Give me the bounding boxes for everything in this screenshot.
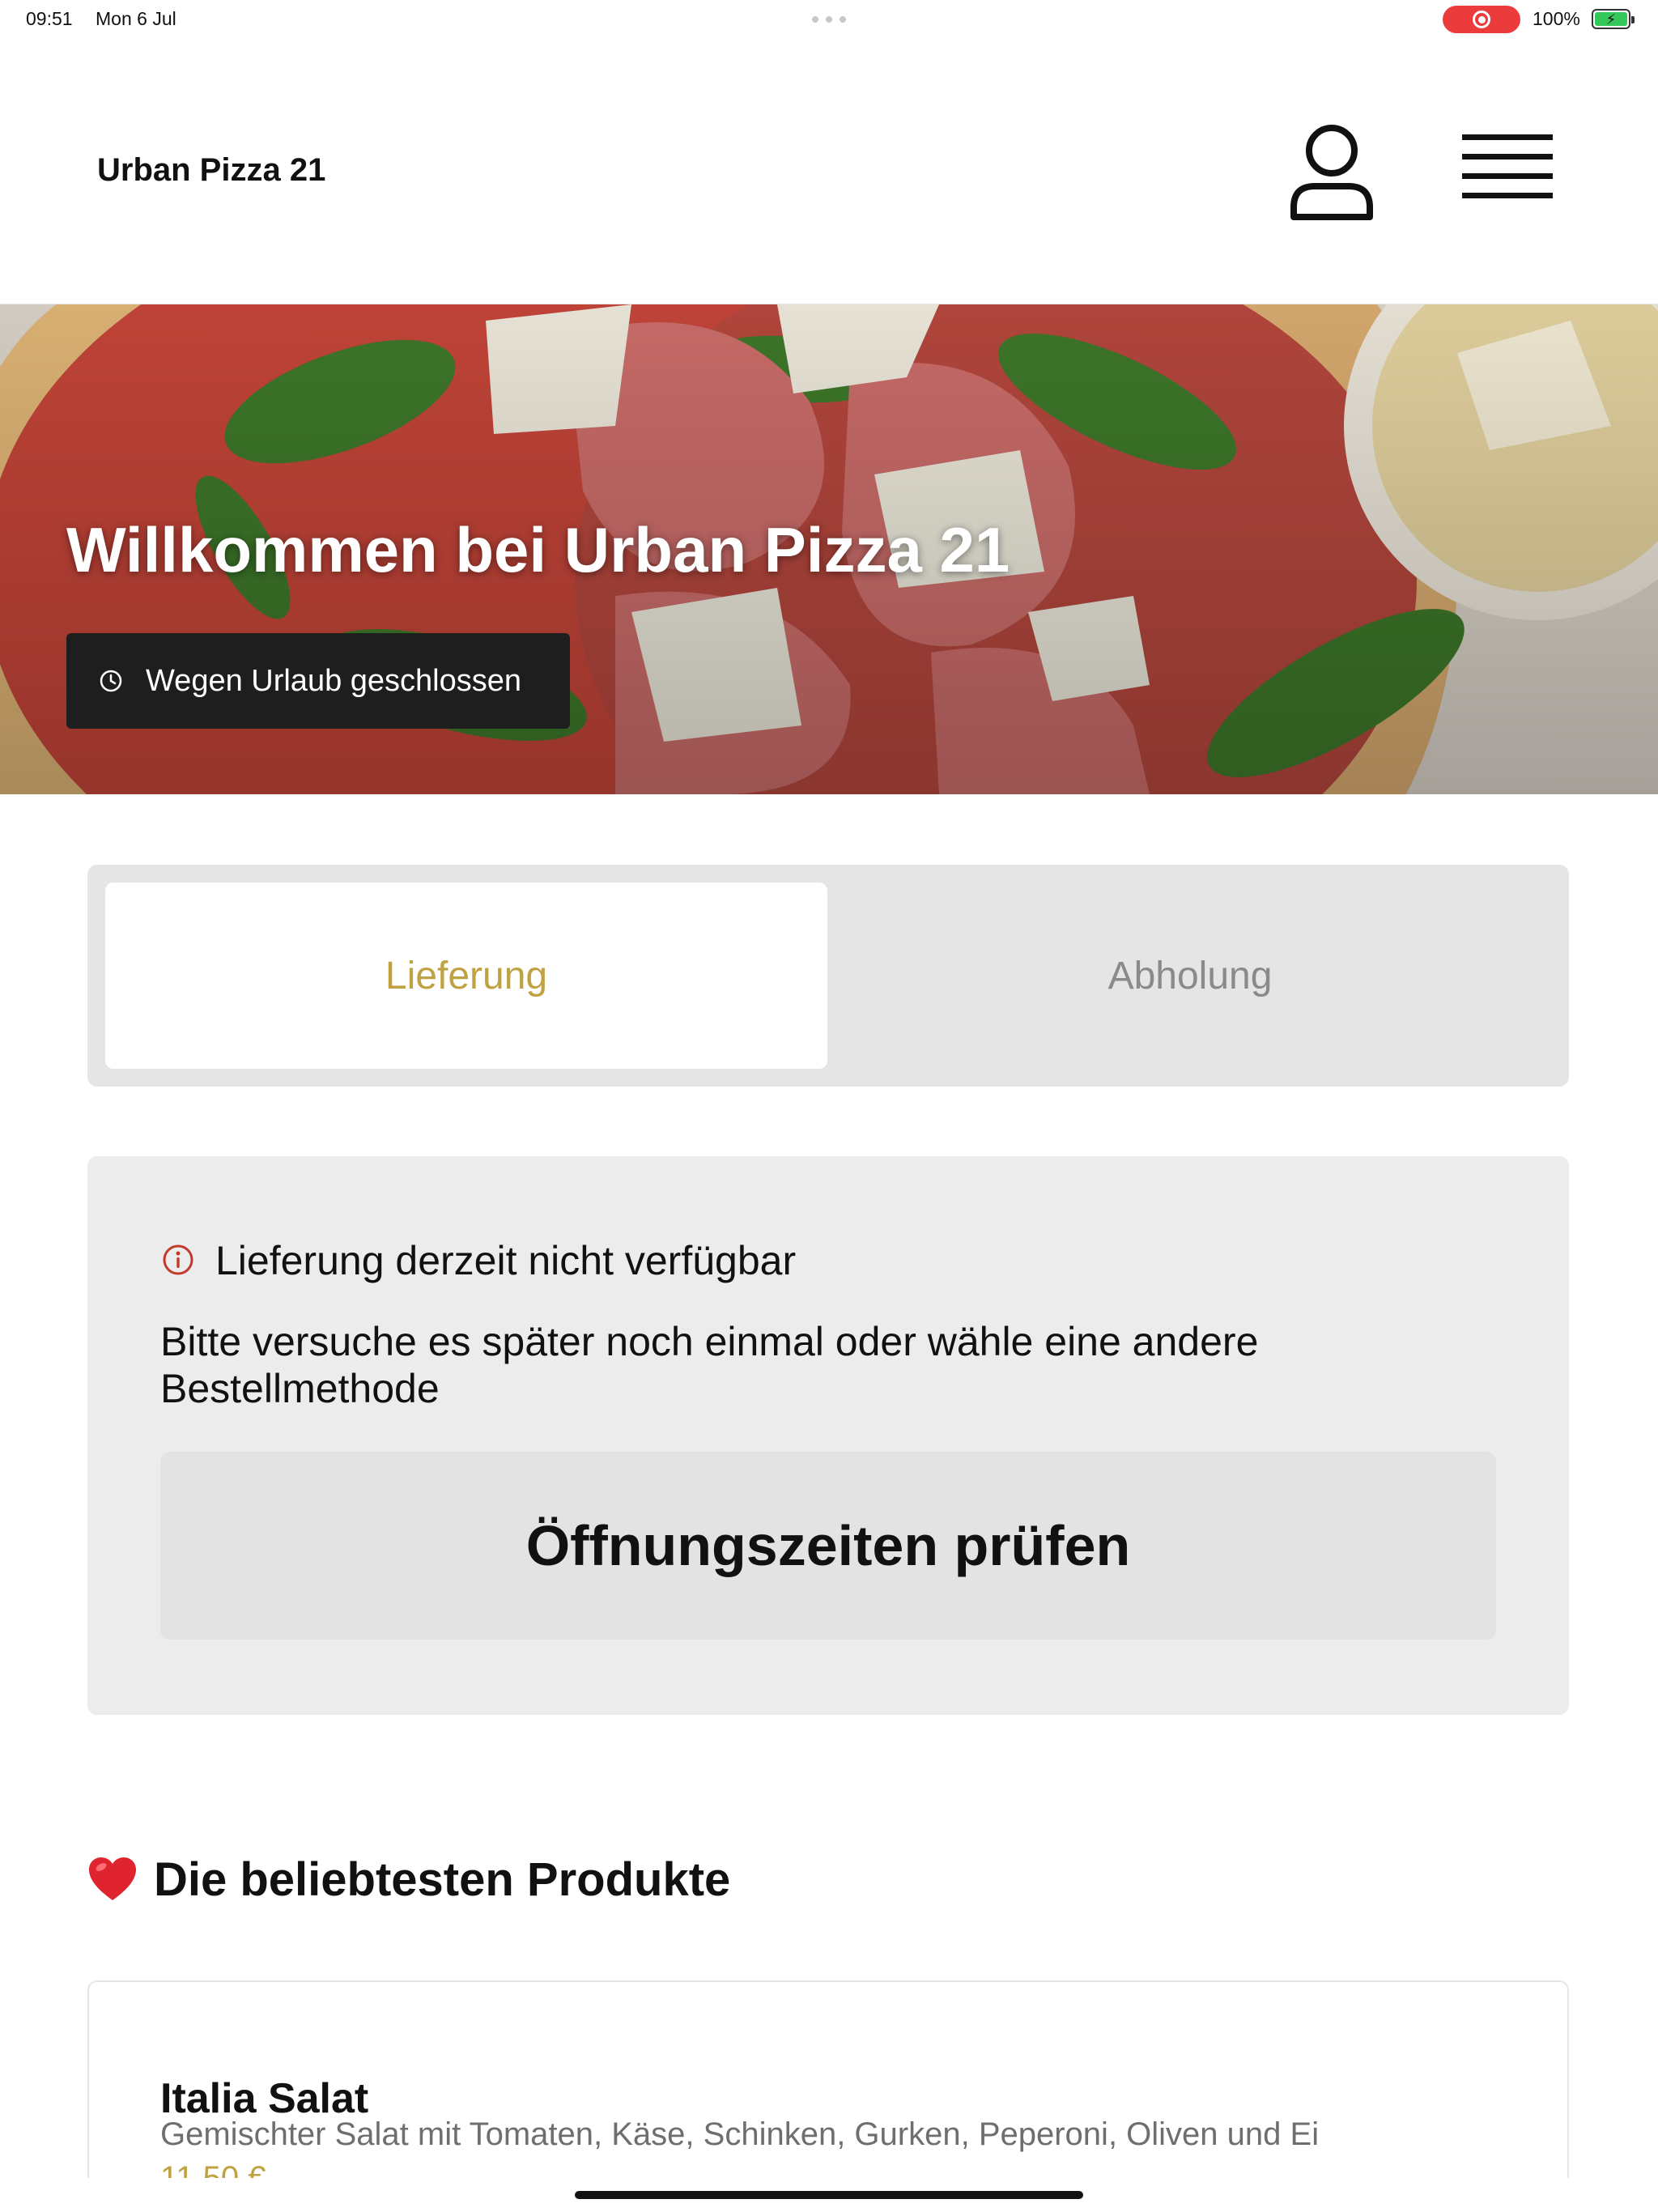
- screen-record-icon[interactable]: [1443, 6, 1520, 33]
- restaurant-name[interactable]: Urban Pizza 21: [97, 152, 325, 189]
- clock-icon: [100, 670, 122, 692]
- tab-pickup[interactable]: Abholung: [829, 883, 1551, 1069]
- order-method-toggle: Lieferung Abholung: [87, 865, 1569, 1087]
- status-time: 09:51: [26, 8, 73, 29]
- product-description: Gemischter Salat mit Tomaten, Käse, Schi…: [160, 2116, 1320, 2152]
- closed-status-label: Wegen Urlaub geschlossen: [146, 663, 522, 698]
- delivery-unavailable-notice: Lieferung derzeit nicht verfügbar Bitte …: [87, 1156, 1569, 1715]
- product-list: Italia Salat Gemischter Salat mit Tomate…: [0, 1980, 1658, 2178]
- notice-text: Bitte versuche es später noch einmal ode…: [160, 1319, 1259, 1411]
- status-date: Mon 6 Jul: [96, 8, 176, 29]
- battery-percentage: 100%: [1533, 8, 1580, 29]
- welcome-title: Willkommen bei Urban Pizza 21: [66, 514, 1010, 585]
- home-indicator[interactable]: [575, 2191, 1083, 2199]
- battery-charging-icon: ⚡: [1592, 9, 1635, 29]
- status-bar: 09:51 Mon 6 Jul 100% ⚡: [0, 0, 1658, 39]
- check-opening-hours-button[interactable]: Öffnungszeiten prüfen: [160, 1452, 1496, 1640]
- product-name: Italia Salat: [160, 2075, 369, 2122]
- hamburger-menu-icon[interactable]: [1462, 134, 1553, 215]
- section-title: Die beliebtesten Produkte: [154, 1853, 731, 1906]
- closed-status-badge: Wegen Urlaub geschlossen: [66, 633, 570, 729]
- tab-delivery[interactable]: Lieferung: [105, 883, 827, 1069]
- notice-title: Lieferung derzeit nicht verfügbar: [215, 1238, 797, 1283]
- hero-banner: Willkommen bei Urban Pizza 21 Wegen Urla…: [0, 304, 1658, 794]
- app-header: Urban Pizza 21: [0, 39, 1658, 304]
- user-icon[interactable]: [1287, 123, 1376, 223]
- product-price: 11,50 €: [160, 2160, 266, 2178]
- popular-products-heading: Die beliebtesten Produkte: [87, 1851, 730, 1908]
- multitasking-dots-icon[interactable]: [812, 16, 846, 23]
- info-icon: [163, 1244, 193, 1275]
- heart-icon: [89, 1857, 136, 1900]
